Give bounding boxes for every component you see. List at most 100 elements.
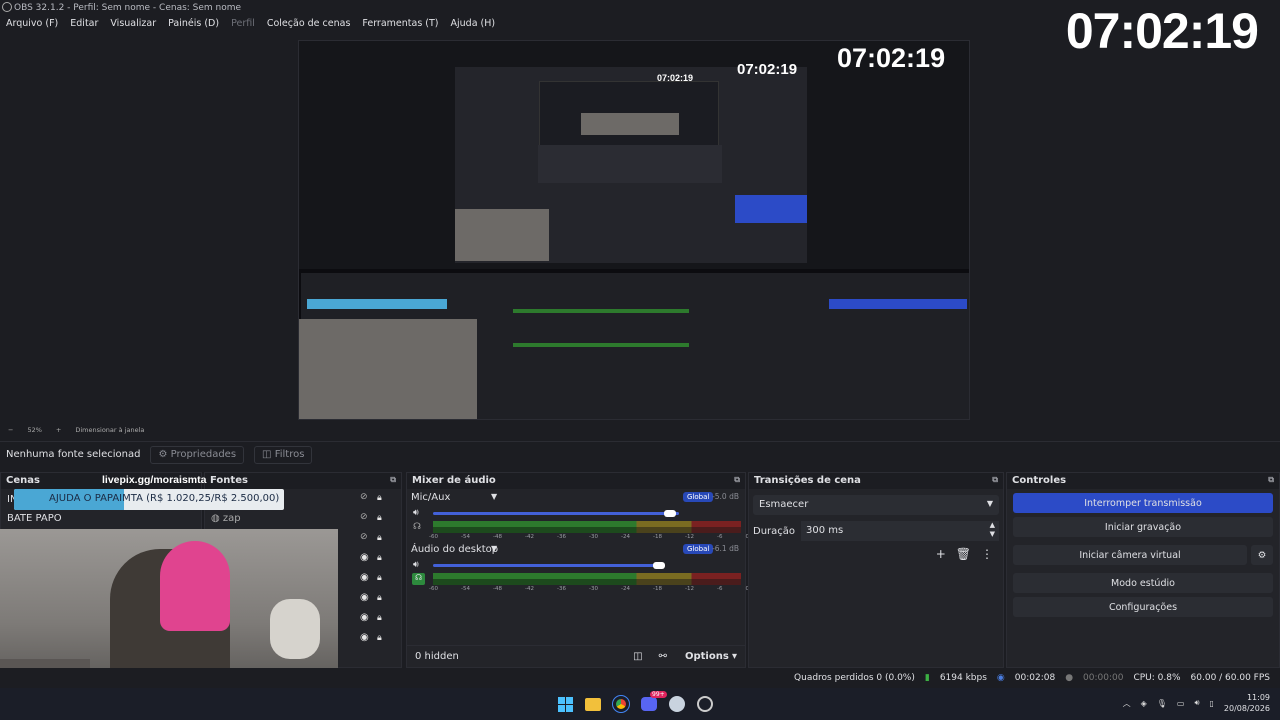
source-item-label: zap [222,513,241,524]
steam-icon[interactable] [669,696,685,712]
trash-icon[interactable]: 🗑︎ [956,547,971,561]
scene-item-bate-papo[interactable]: BATE PAPO [1,511,201,529]
zoom-in-icon[interactable]: + [56,426,61,437]
lock-icon-3[interactable]: 🔒︎ [377,533,382,543]
headphones-icon[interactable]: ☊ [412,573,425,585]
speaker-icon[interactable]: 🔊︎ [413,508,419,518]
bitrate: 6194 kbps [939,673,987,683]
menu-arquivo[interactable]: Arquivo (F) [6,18,58,33]
channel-db-mic: -5.0 dB [712,492,739,501]
windows-taskbar: 99+ ︿ ◈ 🎙︎ ▭ 🔊︎ ▯ 11:09 20/08/2026 [0,688,1280,720]
properties-label: Propriedades [170,448,237,460]
tick: -48 [493,586,502,592]
tray-date: 20/08/2026 [1223,704,1270,713]
menu-visualizar[interactable]: Visualizar [110,18,156,33]
mixer-channel-desktop: Áudio do desktop ▼ Global -6.1 dB 🔊︎ ☊ -… [407,541,749,593]
record-time: 00:00:00 [1083,673,1124,683]
transition-selected: Esmaecer [759,499,809,510]
tick: -18 [653,586,662,592]
menu-paineis[interactable]: Painéis (D) [168,18,219,33]
hidden-eye-icon-3[interactable]: ⊘ [360,532,368,542]
mixer-channel-mic: Mic/Aux ▼ Global -5.0 dB 🔊︎ ☊ -60 -54 -48 -… [407,489,749,541]
lock-icon-7[interactable]: 🔒︎ [377,613,382,623]
lock-icon-2[interactable]: 🔒︎ [377,513,382,523]
tick: -60 [429,586,438,592]
volume-icon[interactable]: 🔊︎ [1194,698,1199,708]
eye-icon-4[interactable]: ◉ [360,612,369,623]
filters-button[interactable]: ◫ Filtros [254,445,313,464]
tick: -12 [685,534,694,540]
eye-icon-1[interactable]: ◉ [360,552,369,563]
tick: -42 [525,586,534,592]
battery-icon[interactable]: ▯ [1209,699,1213,708]
hidden-eye-icon-2[interactable]: ⊘ [360,512,368,522]
network-icon[interactable]: ▭ [1177,699,1185,708]
speaker-icon[interactable]: 🔊︎ [413,560,419,570]
dock-menu-icon[interactable]: ⧉ [992,475,998,487]
chevron-down-icon[interactable]: ▼ [491,492,497,501]
add-transition-icon[interactable]: + [936,547,946,561]
volume-slider-mic[interactable] [433,512,679,515]
tick: -54 [461,586,470,592]
monitor-icon[interactable]: ☊ [413,522,421,532]
discord-tray-icon[interactable]: ◈ [1141,699,1147,708]
level-meter-mic-2 [433,527,741,533]
stop-streaming-button[interactable]: Interromper transmissão [1013,493,1273,513]
menu-editar[interactable]: Editar [70,18,98,33]
mixer-dock-title: Mixer de áudio [412,475,496,486]
lock-icon-6[interactable]: 🔒︎ [377,593,382,603]
eye-icon-3[interactable]: ◉ [360,592,369,603]
layout-icon[interactable]: ◫ [633,651,642,662]
spinner-icon[interactable]: ▲ ▼ [990,521,995,539]
obs-taskbar-icon[interactable] [697,696,713,712]
lock-icon-1[interactable]: 🔒︎ [377,493,382,503]
nested-clock-3: 07:02:19 [657,73,694,83]
menu-colecao[interactable]: Coleção de cenas [267,18,351,33]
start-recording-button[interactable]: Iniciar gravação [1013,517,1273,537]
start-virtual-camera-button[interactable]: Iniciar câmera virtual [1013,545,1247,565]
meter-ticks: -60-54-48-42-36-30-24-18-12-60 [429,534,749,540]
microphone-icon[interactable]: 🎙︎ [1157,699,1167,708]
dock-menu-icon[interactable]: ⧉ [734,475,740,487]
windows-start-icon[interactable] [558,696,573,712]
dock-menu-icon[interactable]: ⧉ [1268,475,1274,487]
settings-button[interactable]: Configurações [1013,597,1273,617]
hidden-eye-icon-1[interactable]: ⊘ [360,492,368,502]
chevron-down-icon[interactable]: ▼ [491,544,497,553]
eye-icon-5[interactable]: ◉ [360,632,369,643]
source-item-zap[interactable]: ◍ zap [211,513,241,524]
studio-mode-button[interactable]: Modo estúdio [1013,573,1273,593]
menu-ferramentas[interactable]: Ferramentas (T) [362,18,438,33]
dock-menu-icon[interactable]: ⧉ [390,475,396,487]
lock-icon-5[interactable]: 🔒︎ [377,573,382,583]
duration-input[interactable]: 300 ms ▲ ▼ [801,521,999,541]
lock-icon-8[interactable]: 🔒︎ [377,633,382,643]
discord-icon[interactable]: 99+ [641,691,667,711]
gear-icon[interactable]: ⚙ [1251,545,1273,565]
options-button[interactable]: Options ▾ [685,651,737,662]
zoom-out-icon[interactable]: − [8,426,13,437]
tray-clock[interactable]: 11:09 20/08/2026 [1224,692,1270,714]
lock-icon-4[interactable]: 🔒︎ [377,553,382,563]
nested-preview-capture: 07:02:19 07:02:19 07:02:19 [298,40,970,420]
chevron-up-icon[interactable]: ︿ [1123,698,1131,709]
volume-knob-mic[interactable] [664,510,676,517]
link-settings-icon[interactable]: ⚯ [659,651,667,662]
fit-mode-select[interactable]: Dimensionar à janela [75,426,144,437]
meter-ticks: -60-54-48-42-36-30-24-18-12-60 [429,586,749,592]
menu-ajuda[interactable]: Ajuda (H) [451,18,496,33]
file-explorer-icon[interactable] [585,697,601,711]
system-tray: ︿ ◈ 🎙︎ ▭ 🔊︎ ▯ 11:09 20/08/2026 [1123,692,1270,714]
menu-perfil[interactable]: Perfil [231,18,255,33]
volume-slider-desktop[interactable] [433,564,661,567]
controls-dock: Controles ⧉ Interromper transmissão Inici… [1006,472,1280,668]
more-options-icon[interactable]: ⋮ [981,547,993,561]
audio-mixer-dock: Mixer de áudio ⧉ Mic/Aux ▼ Global -5.0 dB… [406,472,749,668]
properties-button[interactable]: ⚙ Propriedades [150,445,245,464]
chevron-down-icon: ▼ [986,499,993,508]
transition-select[interactable]: Esmaecer ▼ [753,495,999,515]
eye-icon-2[interactable]: ◉ [360,572,369,583]
volume-knob-desktop[interactable] [653,562,665,569]
chrome-icon[interactable] [612,695,630,713]
tick: -6 [717,586,723,592]
